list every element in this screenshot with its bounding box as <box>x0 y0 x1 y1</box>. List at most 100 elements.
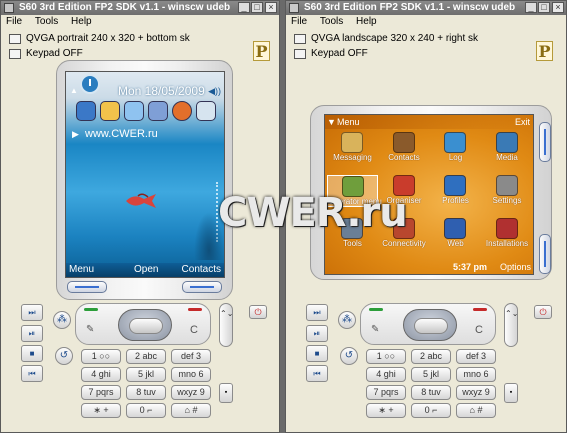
key-9[interactable]: wxyz 9 <box>456 385 496 400</box>
phone-screen[interactable]: ▲ Mon 18/05/2009 ◀)) ▶ www.CWER.ru Menu … <box>65 71 225 278</box>
clear-key[interactable]: C <box>475 324 483 336</box>
menu-help[interactable]: Help <box>66 15 97 29</box>
left-softkey-button[interactable] <box>67 281 107 293</box>
select-key[interactable] <box>129 318 163 334</box>
pen-icon[interactable]: ✎ <box>86 324 94 335</box>
stop-key[interactable]: ■ <box>306 345 328 362</box>
key-2[interactable]: 2 abc <box>411 349 451 364</box>
stop-key[interactable]: ■ <box>21 345 43 362</box>
pen-icon[interactable]: ✎ <box>371 324 379 335</box>
close-button[interactable]: × <box>265 2 277 13</box>
close-button[interactable]: × <box>552 2 564 13</box>
select-key[interactable] <box>414 318 448 334</box>
firefox-icon[interactable] <box>172 101 192 121</box>
power-key[interactable]: ⏻ <box>249 305 267 319</box>
volume-key[interactable]: ⌃⌄ <box>504 303 518 347</box>
menu-item-installations[interactable]: Installations <box>482 218 533 250</box>
keypad-status-row[interactable]: Keypad OFF <box>286 46 566 62</box>
menu-file[interactable]: File <box>1 15 27 29</box>
softkey-middle[interactable]: Open <box>134 263 158 277</box>
menu-item-profiles[interactable]: Profiles <box>430 175 481 207</box>
key-9[interactable]: wxyz 9 <box>171 385 211 400</box>
minimize-button[interactable]: _ <box>525 2 537 13</box>
right-softkey-button[interactable] <box>182 281 222 293</box>
edit-key[interactable]: ↺ <box>55 347 73 365</box>
key-star[interactable]: ∗ + <box>366 403 406 418</box>
key-3[interactable]: def 3 <box>171 349 211 364</box>
layout-mode-row[interactable]: QVGA portrait 240 x 320 + bottom sk <box>1 31 279 47</box>
menu-item-log[interactable]: Log <box>430 132 481 164</box>
title-bar[interactable]: S60 3rd Edition FP2 SDK v1.1 - winscw ud… <box>286 1 566 15</box>
key-7[interactable]: 7 pqrs <box>81 385 121 400</box>
menu-tools[interactable]: Tools <box>315 15 348 29</box>
play-pause-key[interactable]: ⏯ <box>306 325 328 342</box>
gallery-icon[interactable] <box>196 101 216 121</box>
next-track-key[interactable]: ⏭ <box>306 304 328 321</box>
menu-item-contacts[interactable]: Contacts <box>379 132 430 164</box>
joystick[interactable] <box>403 309 457 341</box>
exit-softkey[interactable]: Exit <box>515 115 530 129</box>
key-1[interactable]: 1 ○○ <box>81 349 121 364</box>
minimize-button[interactable]: _ <box>238 2 250 13</box>
menu-item-messaging[interactable]: Messaging <box>327 132 378 164</box>
key-6[interactable]: mno 6 <box>171 367 211 382</box>
key-5[interactable]: 5 jkl <box>411 367 451 382</box>
menu-item-label: Connectivity <box>382 239 426 248</box>
key-0[interactable]: 0 ⌐ <box>126 403 166 418</box>
key-6[interactable]: mno 6 <box>456 367 496 382</box>
play-pause-key[interactable]: ⏯ <box>21 325 43 342</box>
maximize-button[interactable]: □ <box>251 2 263 13</box>
menu-tools[interactable]: Tools <box>30 15 63 29</box>
contacts-icon[interactable] <box>100 101 120 121</box>
volume-key[interactable]: ⌃⌄ <box>219 303 233 347</box>
key-4[interactable]: 4 ghi <box>81 367 121 382</box>
previous-track-key[interactable]: ⏮ <box>21 365 43 382</box>
key-5[interactable]: 5 jkl <box>126 367 166 382</box>
power-key[interactable]: ⏻ <box>534 305 552 319</box>
title-bar[interactable]: S60 3rd Edition FP2 SDK v1.1 - winscw ud… <box>1 1 279 15</box>
menu-file[interactable]: File <box>286 15 312 29</box>
softkey-left[interactable]: Menu <box>69 263 94 277</box>
options-softkey[interactable]: Options <box>500 260 531 274</box>
messaging-icon[interactable] <box>76 101 96 121</box>
menu-key[interactable]: ⁂ <box>338 311 356 329</box>
music-icon[interactable] <box>148 101 168 121</box>
key-star[interactable]: ∗ + <box>81 403 121 418</box>
joystick[interactable] <box>118 309 172 341</box>
call-key[interactable] <box>84 308 98 311</box>
call-key[interactable] <box>369 308 383 311</box>
key-8[interactable]: 8 tuv <box>126 385 166 400</box>
previous-track-key[interactable]: ⏮ <box>306 365 328 382</box>
maximize-button[interactable]: □ <box>538 2 550 13</box>
key-0[interactable]: 0 ⌐ <box>411 403 451 418</box>
calendar-icon[interactable] <box>124 101 144 121</box>
layout-mode-row[interactable]: QVGA landscape 320 x 240 + right sk <box>286 31 566 47</box>
edit-key[interactable]: ↺ <box>340 347 358 365</box>
end-call-key[interactable] <box>188 308 202 311</box>
key-8[interactable]: 8 tuv <box>411 385 451 400</box>
clear-key[interactable]: C <box>190 324 198 336</box>
menu-help[interactable]: Help <box>351 15 382 29</box>
key-hash[interactable]: ⌂ # <box>456 403 496 418</box>
softkey-right[interactable]: Contacts <box>182 263 221 277</box>
key-2[interactable]: 2 abc <box>126 349 166 364</box>
key-3[interactable]: def 3 <box>456 349 496 364</box>
key-hash[interactable]: ⌂ # <box>171 403 211 418</box>
top-softkey-button[interactable] <box>539 122 551 162</box>
end-call-key[interactable] <box>473 308 487 311</box>
key-4[interactable]: 4 ghi <box>366 367 406 382</box>
menu-item-settings[interactable]: Settings <box>482 175 533 207</box>
camera-key[interactable]: ▪ <box>504 383 518 403</box>
key-1[interactable]: 1 ○○ <box>366 349 406 364</box>
menu-item-web[interactable]: Web <box>430 218 481 250</box>
clock-time: 5:37 pm <box>453 262 488 272</box>
bottom-softkey-button[interactable] <box>539 234 551 274</box>
menu-item-media[interactable]: Media <box>482 132 533 164</box>
watermark: CWER.ru <box>218 190 408 236</box>
key-7[interactable]: 7 pqrs <box>366 385 406 400</box>
menu-key[interactable]: ⁂ <box>53 311 71 329</box>
next-track-key[interactable]: ⏭ <box>21 304 43 321</box>
web-shortcut[interactable]: ▶ www.CWER.ru <box>70 126 222 143</box>
camera-key[interactable]: ▪ <box>219 383 233 403</box>
settings-icon <box>495 175 518 196</box>
